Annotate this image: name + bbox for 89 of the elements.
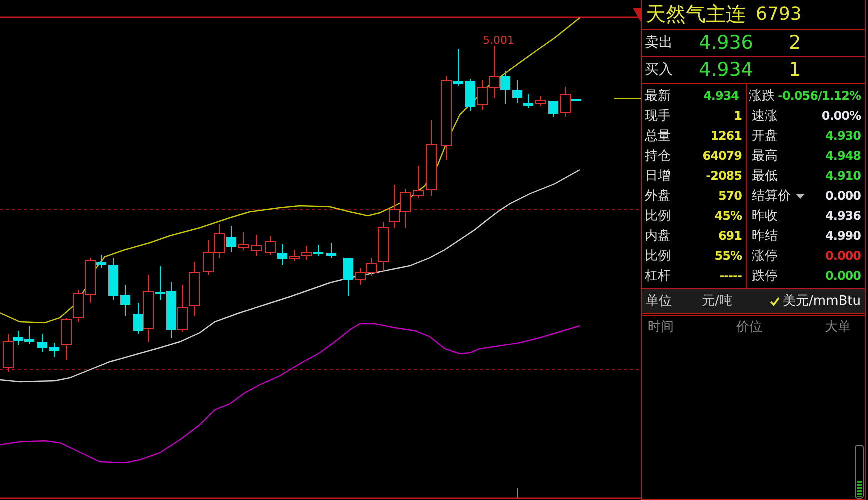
stat-label: 比例 (645, 248, 671, 265)
axis-tick (517, 488, 518, 498)
candlestick (189, 262, 200, 316)
order-price: 4.934 (699, 59, 754, 81)
candlestick (278, 244, 288, 266)
stat-label: 现手 (645, 108, 671, 125)
contract-code: 6793 (756, 4, 802, 25)
candlestick (454, 48, 464, 86)
stat-label: 跌停 (752, 268, 778, 285)
stat-label: 持仓 (645, 148, 671, 165)
candlestick (326, 242, 336, 258)
stat-label: 总量 (645, 128, 671, 145)
stat-label: 最高 (752, 148, 778, 165)
candlestick (61, 318, 72, 360)
candlestick (301, 246, 312, 260)
stat-value: 4.948 (826, 149, 861, 163)
candlestick (226, 226, 236, 252)
stat-value: 4.936 (826, 209, 861, 223)
candlestick (466, 78, 476, 112)
contract-name: 天然气主连 (646, 1, 746, 28)
candlestick (73, 290, 84, 322)
stat-value: 4.990 (826, 229, 861, 243)
stat-value: 0.000 (826, 269, 861, 283)
candlestick (535, 96, 546, 106)
stat-label: 昨结 (752, 228, 778, 245)
order-label: 买入 (645, 61, 674, 79)
stat-value: 4.910 (826, 169, 861, 183)
order-price: 4.936 (699, 32, 754, 54)
candlestick (50, 342, 60, 358)
price-marker (614, 98, 641, 99)
check-icon (770, 296, 780, 306)
stat-label: 最新 (645, 88, 671, 105)
candlestick (289, 250, 300, 262)
stat-value: 0.000 (826, 189, 861, 203)
candlestick (203, 240, 214, 276)
order-volume: 2 (789, 32, 802, 54)
stat-value: 55% (714, 249, 742, 263)
candlestick (344, 258, 354, 296)
candlestick (238, 232, 249, 250)
stat-label: 昨收 (752, 208, 778, 225)
stat-label: 结算价 (752, 188, 791, 205)
dropdown-caret-icon[interactable] (796, 194, 805, 198)
order-volume: 1 (789, 59, 802, 81)
candlestick (548, 100, 558, 118)
candlestick (400, 188, 411, 228)
order-label: 卖出 (645, 34, 674, 52)
high-price-label: 5.001 (483, 34, 514, 47)
candlestick (120, 284, 130, 316)
stat-label: 比例 (645, 208, 671, 225)
stat-label: 涨跌 (749, 88, 776, 105)
volume-meter-icon (855, 445, 864, 499)
stat-value: 64079 (702, 149, 742, 163)
stat-value: 4.930 (826, 129, 861, 143)
stat-value: -2085 (706, 169, 742, 183)
candlestick (413, 166, 424, 198)
stat-value: ----- (720, 269, 742, 283)
unit-option[interactable]: 美元/mmBtu (770, 292, 861, 310)
column-header: 大单 (825, 319, 851, 336)
stat-label: 开盘 (752, 128, 778, 145)
candlestick (24, 326, 34, 344)
candlestick (314, 244, 324, 256)
candlestick (389, 184, 400, 228)
stat-label: 速涨 (752, 108, 778, 125)
column-header: 价位 (736, 319, 762, 336)
candlestick (355, 268, 366, 286)
unit-label: 单位 (646, 293, 673, 310)
stat-value: 4.934 (704, 89, 740, 103)
column-header: 时间 (648, 319, 674, 336)
candlestick (38, 334, 48, 352)
stat-label: 涨停 (752, 248, 778, 265)
stat-value: 1261 (710, 129, 742, 143)
stat-label: 外盘 (645, 188, 671, 205)
candlestick (251, 234, 262, 256)
stat-value: -0.056/1.12% (778, 89, 861, 103)
stat-value: 45% (714, 209, 742, 223)
stat-value: 0.00% (822, 109, 861, 123)
stat-value: 0.000 (826, 249, 861, 263)
candlestick (108, 258, 118, 300)
stat-label: 杠杆 (645, 268, 671, 285)
stat-label: 内盘 (645, 228, 671, 245)
candlestick (265, 236, 276, 256)
unit-option[interactable]: 元/吨 (702, 292, 762, 310)
stat-value: 570 (718, 189, 742, 203)
candlestick (214, 224, 225, 258)
stat-label: 最低 (752, 168, 778, 185)
stat-value: 1 (734, 109, 742, 123)
candlestick (177, 284, 188, 332)
stat-value: 691 (718, 229, 742, 243)
stat-label: 日增 (645, 168, 671, 185)
